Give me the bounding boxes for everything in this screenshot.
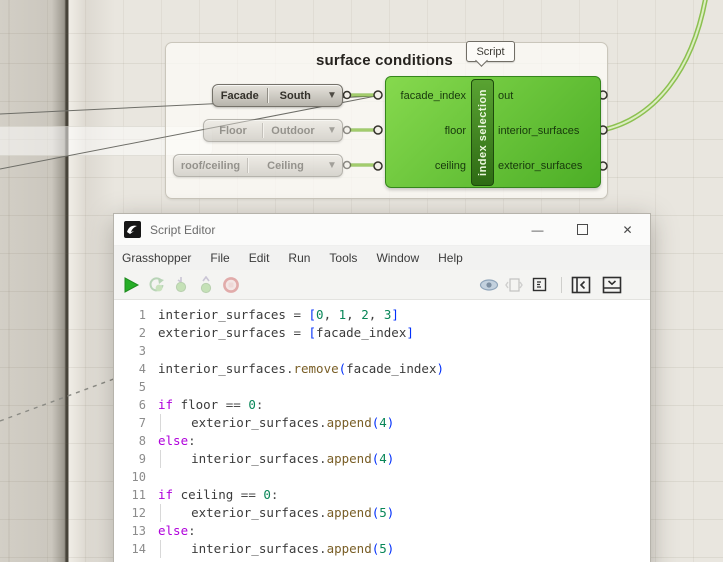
- code-text: exterior_surfaces.append(4): [158, 414, 394, 432]
- dropdown-arrow-icon[interactable]: ▼: [322, 160, 342, 171]
- grasshopper-app-icon: [124, 221, 141, 238]
- code-line[interactable]: 6if floor == 0:: [114, 396, 650, 414]
- line-number: 13: [114, 522, 158, 540]
- menu-edit[interactable]: Edit: [249, 251, 270, 265]
- value-list-selected: South: [269, 90, 323, 102]
- menu-tools[interactable]: Tools: [329, 251, 357, 265]
- maximize-icon: [577, 224, 588, 235]
- output-out[interactable]: out: [498, 90, 513, 102]
- value-list-name: Facade: [213, 90, 267, 102]
- refresh-icon[interactable]: [145, 274, 167, 296]
- input-floor[interactable]: floor: [445, 125, 466, 137]
- code-text: exterior_surfaces = [facade_index]: [158, 324, 414, 342]
- code-text: interior_surfaces.append(5): [158, 540, 394, 558]
- preview-eye-icon[interactable]: [478, 274, 500, 296]
- line-number: 5: [114, 378, 158, 396]
- line-number: 4: [114, 360, 158, 378]
- line-number: 12: [114, 504, 158, 522]
- line-number: 2: [114, 324, 158, 342]
- code-line[interactable]: 9 interior_surfaces.append(4): [114, 450, 650, 468]
- code-line[interactable]: 8else:: [114, 432, 650, 450]
- output-exterior-surfaces[interactable]: exterior_surfaces: [498, 160, 582, 172]
- line-number: 7: [114, 414, 158, 432]
- code-text: interior_surfaces = [0, 1, 2, 3]: [158, 306, 399, 324]
- menu-run[interactable]: Run: [288, 251, 310, 265]
- code-line[interactable]: 10: [114, 468, 650, 486]
- code-text: interior_surfaces.append(4): [158, 450, 394, 468]
- step-over-icon[interactable]: [195, 274, 217, 296]
- code-text: if ceiling == 0:: [158, 486, 278, 504]
- line-number: 3: [114, 342, 158, 360]
- code-line[interactable]: 11if ceiling == 0:: [114, 486, 650, 504]
- close-button[interactable]: ✕: [605, 214, 650, 245]
- line-number: 6: [114, 396, 158, 414]
- line-number: 11: [114, 486, 158, 504]
- code-lines[interactable]: 1interior_surfaces = [0, 1, 2, 3]2exteri…: [114, 300, 650, 558]
- input-ceiling[interactable]: ceiling: [435, 160, 466, 172]
- format-document-icon[interactable]: [503, 274, 525, 296]
- grasshopper-canvas: surface conditions: [0, 0, 723, 562]
- code-line[interactable]: 4interior_surfaces.remove(facade_index): [114, 360, 650, 378]
- menu-file[interactable]: File: [210, 251, 229, 265]
- value-list-name: roof/ceiling: [174, 160, 247, 172]
- code-text: interior_surfaces.remove(facade_index): [158, 360, 444, 378]
- window-title: Script Editor: [150, 223, 215, 237]
- code-line[interactable]: 13else:: [114, 522, 650, 540]
- value-list-roof-ceiling[interactable]: roof/ceiling Ceiling ▼: [173, 154, 343, 177]
- menu-help[interactable]: Help: [438, 251, 463, 265]
- value-list-floor[interactable]: Floor Outdoor ▼: [203, 119, 343, 142]
- value-list-facade[interactable]: Facade South ▼: [212, 84, 343, 107]
- value-list-selected: Outdoor: [264, 125, 322, 137]
- console-icon[interactable]: [528, 274, 550, 296]
- code-text: if floor == 0:: [158, 396, 263, 414]
- line-number: 9: [114, 450, 158, 468]
- title-bar[interactable]: Script Editor — ✕: [114, 214, 650, 245]
- menu-window[interactable]: Window: [376, 251, 419, 265]
- run-script-button[interactable]: [120, 274, 142, 296]
- dropdown-arrow-icon[interactable]: ▼: [322, 125, 342, 136]
- code-line[interactable]: 5: [114, 378, 650, 396]
- code-line[interactable]: 1interior_surfaces = [0, 1, 2, 3]: [114, 306, 650, 324]
- maximize-button[interactable]: [560, 214, 605, 245]
- index-selection-component[interactable]: facade_index floor ceiling index selecti…: [385, 76, 601, 188]
- line-number: 1: [114, 306, 158, 324]
- line-number: 14: [114, 540, 158, 558]
- value-list-selected: Ceiling: [249, 160, 322, 172]
- group-title: surface conditions: [316, 52, 453, 69]
- script-editor-window[interactable]: Script Editor — ✕ Grasshopper File Edit Run…: [113, 213, 651, 562]
- component-name-bar[interactable]: index selection: [471, 79, 494, 186]
- dropdown-arrow-icon[interactable]: ▼: [322, 90, 342, 101]
- code-line[interactable]: 12 exterior_surfaces.append(5): [114, 504, 650, 522]
- code-text: else:: [158, 432, 196, 450]
- script-balloon: Script: [466, 41, 515, 62]
- input-facade-index[interactable]: facade_index: [401, 90, 466, 102]
- stop-icon[interactable]: [220, 274, 242, 296]
- code-line[interactable]: 2exterior_surfaces = [facade_index]: [114, 324, 650, 342]
- code-line[interactable]: 3: [114, 342, 650, 360]
- code-line[interactable]: 7 exterior_surfaces.append(4): [114, 414, 650, 432]
- code-line[interactable]: 14 interior_surfaces.append(5): [114, 540, 650, 558]
- code-text: exterior_surfaces.append(5): [158, 504, 394, 522]
- line-number: 10: [114, 468, 158, 486]
- toolbar[interactable]: [114, 270, 650, 300]
- step-into-icon[interactable]: [170, 274, 192, 296]
- line-number: 8: [114, 432, 158, 450]
- output-interior-surfaces[interactable]: interior_surfaces: [498, 125, 579, 137]
- component-label: index selection: [477, 89, 489, 176]
- menu-grasshopper[interactable]: Grasshopper: [122, 251, 191, 265]
- toggle-left-panel-icon[interactable]: [570, 274, 592, 296]
- value-list-name: Floor: [204, 125, 262, 137]
- code-text: else:: [158, 522, 196, 540]
- toolbar-separator: [561, 277, 562, 293]
- menu-bar[interactable]: Grasshopper File Edit Run Tools Window Help: [114, 245, 650, 270]
- toggle-bottom-panel-icon[interactable]: [601, 274, 623, 296]
- minimize-button[interactable]: —: [515, 214, 560, 245]
